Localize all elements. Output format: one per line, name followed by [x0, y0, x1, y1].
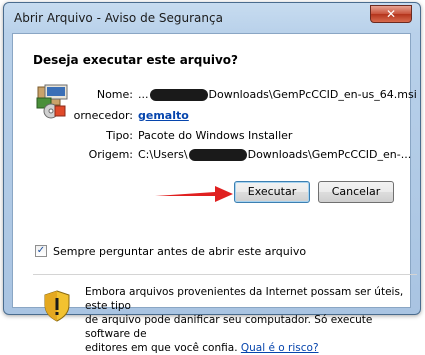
cancel-button[interactable]: Cancelar — [318, 181, 394, 203]
redacted-block — [188, 149, 247, 161]
origin-prefix: C:\Users\ — [138, 148, 188, 161]
title-bar[interactable]: Abrir Arquivo - Aviso de Segurança ✕ — [4, 3, 420, 33]
window-title: Abrir Arquivo - Aviso de Segurança — [14, 11, 223, 25]
name-prefix: ... — [138, 88, 149, 101]
name-label: Nome: — [96, 88, 133, 101]
dialog-question: Deseja executar este arquivo? — [33, 53, 238, 67]
security-warning-dialog: Abrir Arquivo - Aviso de Segurança ✕ Des… — [3, 2, 421, 354]
check-mark-icon: ✓ — [36, 245, 46, 256]
warning-line-3: editores em que você confia. — [85, 342, 238, 354]
publisher-label: ornecedor: — [73, 109, 133, 122]
type-value: Pacote do Windows Installer — [138, 129, 293, 142]
close-button[interactable]: ✕ — [370, 5, 412, 23]
origin-suffix: Downloads\GemPcCCID_en-... — [247, 148, 412, 161]
redacted-block — [149, 89, 208, 101]
warning-text: Embora arquivos provenientes da Internet… — [85, 285, 415, 355]
name-suffix: Downloads\GemPcCCID_en-us_64.msi — [208, 88, 417, 101]
origin-value: C:\Users\ Downloads\GemPcCCID_en-... — [138, 147, 411, 163]
warning-line-1: Embora arquivos provenientes da Internet… — [85, 286, 404, 312]
close-icon: ✕ — [385, 7, 397, 21]
type-row: Tipo: Pacote do Windows Installer — [13, 128, 412, 144]
name-value: ... Downloads\GemPcCCID_en-us_64.msi — [138, 87, 417, 103]
name-row: Nome: ... Downloads\GemPcCCID_en-us_64.ms… — [13, 87, 417, 103]
type-label: Tipo: — [106, 129, 133, 142]
publisher-row: ornecedor: gemalto — [13, 108, 412, 124]
dialog-content: Deseja executar este arquivo? Nome: ... D… — [12, 33, 417, 354]
red-arrow-annotation — [155, 186, 233, 202]
always-ask-label[interactable]: Sempre perguntar antes de abrir este arq… — [53, 245, 306, 258]
origin-row: Origem: C:\Users\ Downloads\GemPcCCID_en-… — [13, 147, 412, 163]
always-ask-checkbox[interactable]: ✓ — [35, 245, 47, 257]
publisher-link[interactable]: gemalto — [138, 108, 189, 124]
run-button[interactable]: Executar — [234, 181, 310, 203]
security-shield-warning-icon — [44, 290, 70, 322]
divider — [33, 274, 417, 275]
risk-info-link[interactable]: Qual é o risco? — [241, 342, 319, 354]
origin-label: Origem: — [88, 148, 133, 161]
warning-line-2: de arquivo pode danificar seu computador… — [85, 314, 373, 340]
